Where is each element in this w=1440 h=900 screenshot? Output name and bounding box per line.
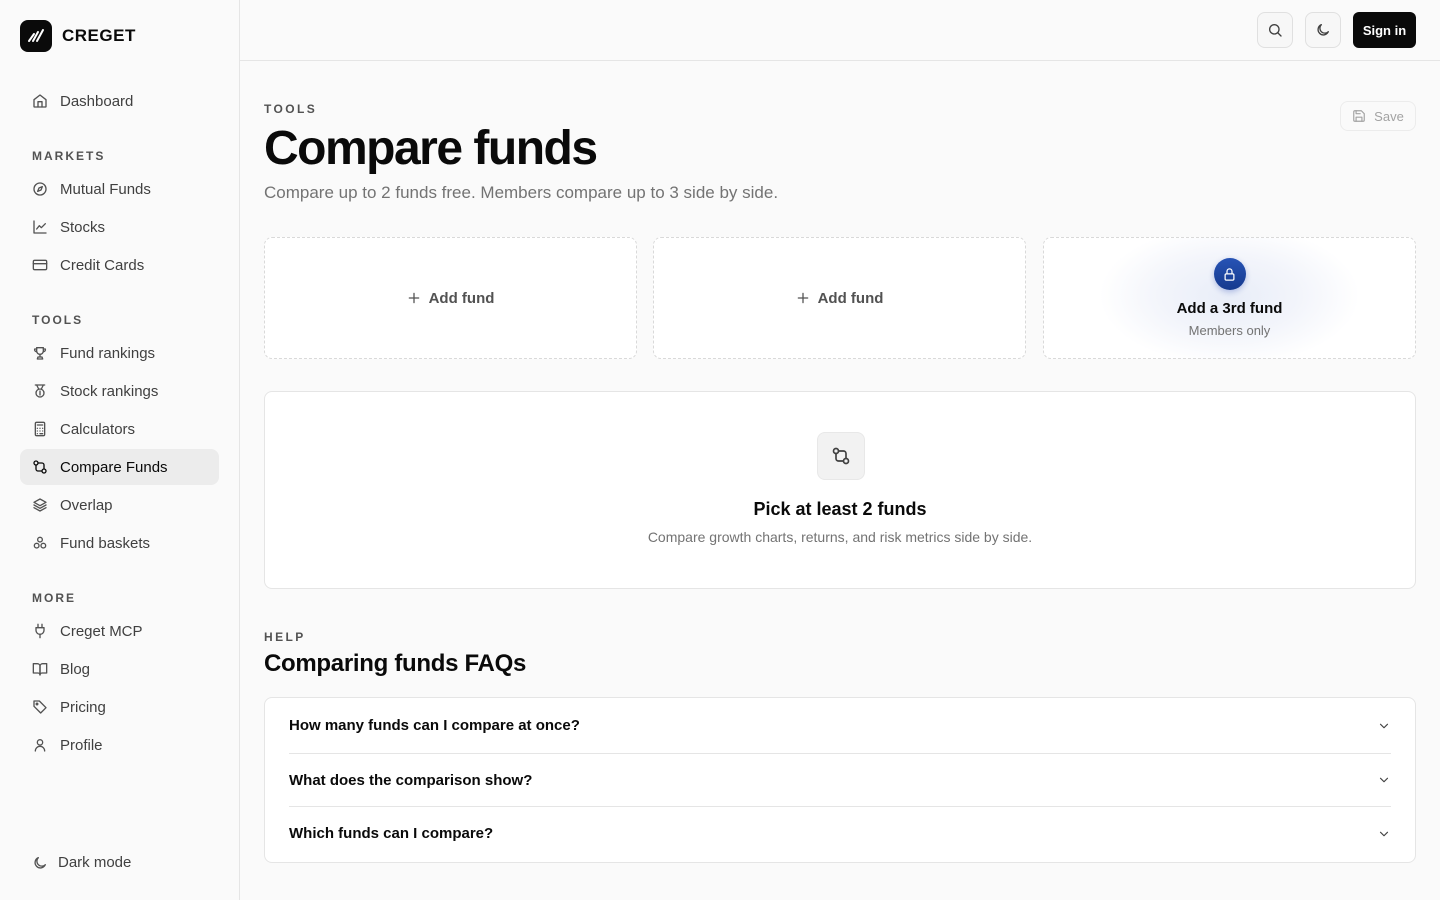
sidebar-item-dashboard[interactable]: Dashboard xyxy=(20,83,219,119)
sidebar-item-label: Pricing xyxy=(60,698,106,716)
compare-icon xyxy=(817,432,865,480)
line-chart-icon xyxy=(33,220,47,234)
sidebar-item-label: Profile xyxy=(60,736,103,754)
sidebar-item-creget-mcp[interactable]: Creget MCP xyxy=(20,613,219,649)
empty-state-subtitle: Compare growth charts, returns, and risk… xyxy=(647,529,1033,545)
layers-icon xyxy=(33,498,47,512)
faq-title: Comparing funds FAQs xyxy=(264,650,527,677)
locked-slot-subtitle: Members only xyxy=(1188,323,1271,338)
sidebar-item-stocks[interactable]: Stocks xyxy=(20,209,219,245)
sidebar-item-label: Compare Funds xyxy=(60,458,168,476)
locked-fund-slot[interactable]: Add a 3rd fund Members only xyxy=(1043,237,1416,359)
sidebar-item-label: Stock rankings xyxy=(60,382,159,400)
save-label: Save xyxy=(1374,108,1404,124)
lock-icon xyxy=(1224,267,1235,281)
sidebar-item-stock-rankings[interactable]: Stock rankings xyxy=(20,373,219,409)
faq-question: How many funds can I compare at once? xyxy=(289,717,580,734)
add-fund-slot-2[interactable]: Add fund xyxy=(653,237,1026,359)
sidebar-item-fund-baskets[interactable]: Fund baskets xyxy=(20,525,219,561)
plug-icon xyxy=(35,623,45,639)
faq-item[interactable]: Which funds can I compare? xyxy=(289,807,1391,860)
sidebar-item-label: Fund baskets xyxy=(60,534,151,552)
chevron-down-icon xyxy=(1379,777,1389,783)
lock-badge xyxy=(1213,258,1246,290)
sidebar-item-pricing[interactable]: Pricing xyxy=(20,689,219,725)
basket-icon xyxy=(33,536,47,549)
sidebar-item-profile[interactable]: Profile xyxy=(20,727,219,763)
sidebar-section-markets: MARKETS xyxy=(32,149,106,163)
topbar: Sign in xyxy=(240,0,1440,61)
save-icon xyxy=(1353,110,1366,122)
page-title: Compare funds xyxy=(264,122,598,175)
calculator-icon xyxy=(34,421,46,437)
sidebar-item-overlap[interactable]: Overlap xyxy=(20,487,219,523)
compass-icon xyxy=(33,182,47,196)
sidebar-item-label: Stocks xyxy=(60,218,106,236)
sidebar-item-label: Credit Cards xyxy=(60,256,145,274)
brand[interactable]: CREGET xyxy=(20,20,136,52)
sidebar-item-label: Dashboard xyxy=(60,92,134,110)
sidebar-section-more: MORE xyxy=(32,591,76,605)
faq-question: What does the comparison show? xyxy=(289,771,533,789)
medal-icon xyxy=(34,384,46,398)
moon-icon xyxy=(34,856,46,869)
page-subtitle: Compare up to 2 funds free. Members comp… xyxy=(264,183,779,202)
sign-in-button[interactable]: Sign in xyxy=(1353,12,1416,48)
logo-icon xyxy=(20,20,52,52)
brand-name: CREGET xyxy=(62,26,136,45)
sidebar-item-blog[interactable]: Blog xyxy=(20,651,219,687)
add-fund-button[interactable]: Add fund xyxy=(407,289,495,307)
empty-state-card: Pick at least 2 funds Compare growth cha… xyxy=(264,391,1416,589)
sidebar-item-label: Fund rankings xyxy=(60,344,156,362)
sidebar-item-mutual-funds[interactable]: Mutual Funds xyxy=(20,171,219,207)
sidebar-item-credit-cards[interactable]: Credit Cards xyxy=(20,247,219,283)
sidebar-item-label: Calculators xyxy=(60,420,136,438)
add-fund-slot-1[interactable]: Add fund xyxy=(264,237,637,359)
search-icon xyxy=(1269,24,1282,37)
dark-mode-toggle[interactable]: Dark mode xyxy=(32,854,131,871)
page-eyebrow: TOOLS xyxy=(264,102,318,116)
sidebar-item-compare-funds[interactable]: Compare Funds xyxy=(20,449,219,485)
search-button[interactable] xyxy=(1257,12,1293,48)
plus-icon xyxy=(408,292,419,304)
sidebar-item-label: Overlap xyxy=(60,496,113,514)
book-icon xyxy=(32,663,48,676)
theme-toggle-button[interactable] xyxy=(1305,12,1341,48)
add-fund-label: Add fund xyxy=(817,289,884,307)
locked-slot-title: Add a 3rd fund xyxy=(1176,300,1283,317)
credit-card-icon xyxy=(32,259,48,271)
home-icon xyxy=(33,94,47,108)
plus-icon xyxy=(797,292,808,304)
sidebar-item-label: Blog xyxy=(60,660,91,678)
help-eyebrow: HELP xyxy=(264,630,306,644)
dark-mode-label: Dark mode xyxy=(58,854,132,871)
add-fund-label: Add fund xyxy=(428,289,495,307)
faq-item[interactable]: How many funds can I compare at once? xyxy=(289,698,1391,754)
faq-question: Which funds can I compare? xyxy=(289,825,494,842)
save-button[interactable]: Save xyxy=(1340,101,1416,131)
add-fund-button[interactable]: Add fund xyxy=(796,289,884,307)
sidebar-nav: Dashboard MARKETS Mutual Funds Stocks Cr… xyxy=(20,83,219,765)
sidebar: CREGET Dashboard MARKETS Mutual Funds St… xyxy=(0,0,240,900)
faq-list: How many funds can I compare at once? Wh… xyxy=(264,697,1416,863)
compare-icon xyxy=(33,460,47,474)
sidebar-item-label: Creget MCP xyxy=(60,622,143,640)
chevron-down-icon xyxy=(1379,723,1389,728)
sidebar-item-calculators[interactable]: Calculators xyxy=(20,411,219,447)
empty-state-title: Pick at least 2 funds xyxy=(753,499,927,519)
trophy-icon xyxy=(33,347,47,360)
user-icon xyxy=(34,739,46,752)
chevron-down-icon xyxy=(1379,831,1389,836)
moon-icon xyxy=(1317,24,1329,36)
faq-item[interactable]: What does the comparison show? xyxy=(289,754,1391,807)
sidebar-item-label: Mutual Funds xyxy=(60,180,151,198)
tag-icon xyxy=(33,700,47,714)
sidebar-item-fund-rankings[interactable]: Fund rankings xyxy=(20,335,219,371)
sidebar-section-tools: TOOLS xyxy=(32,313,84,327)
